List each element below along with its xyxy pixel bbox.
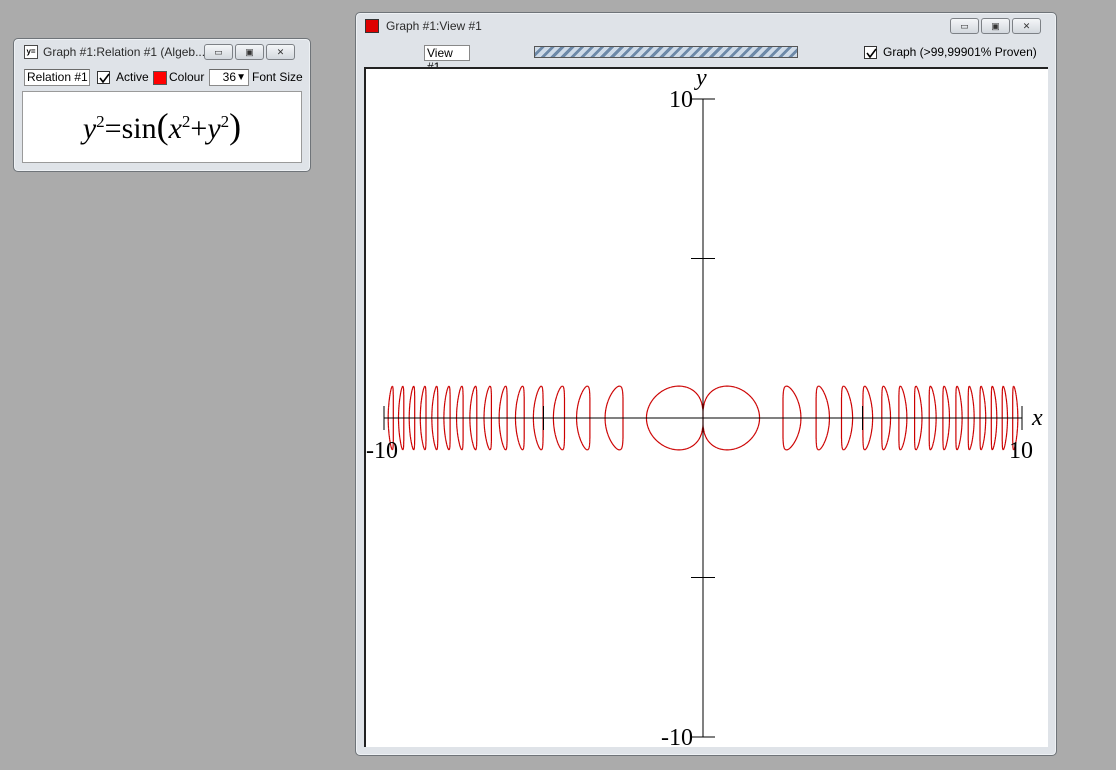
relation-name-field[interactable]: Relation #1 (24, 69, 90, 86)
close-icon: ✕ (276, 47, 285, 57)
font-size-label: Font Size (252, 70, 303, 84)
maximize-button[interactable]: ▣ (235, 44, 264, 60)
minimize-icon: ▭ (960, 21, 969, 31)
y-axis-label: y (694, 69, 707, 91)
eq-var-x: x (168, 112, 182, 145)
chevron-down-icon: ▼ (236, 72, 246, 83)
tab-view-1[interactable]: View #1 (424, 45, 470, 74)
plot-area[interactable]: 10 -10 -10 10 x y (364, 67, 1048, 747)
eq-exp: 2 (220, 112, 230, 131)
colour-swatch[interactable] (153, 71, 167, 85)
eq-var-y: y (82, 112, 97, 145)
axes: 10 -10 -10 10 x y (366, 69, 1043, 747)
y-tick-label-max: 10 (669, 87, 693, 113)
minimize-button[interactable]: ▭ (204, 44, 233, 60)
close-icon: ✕ (1022, 21, 1031, 31)
font-size-value: 36 (222, 70, 236, 84)
graph-window[interactable]: Graph #1:View #1 ▭ ▣ ✕ View #1 Graph (>9… (355, 12, 1057, 756)
x-axis-label: x (1031, 405, 1043, 431)
checkmark-icon (866, 48, 877, 59)
x-tick-label-min: -10 (366, 438, 398, 464)
eq-equals: = (104, 112, 122, 145)
relation-titlebar[interactable]: y= Graph #1:Relation #1 (Algeb... ▭ ▣ ✕ (14, 39, 310, 65)
active-label: Active (116, 70, 149, 84)
progress-bar (534, 46, 798, 58)
algebra-icon: y= (24, 45, 38, 59)
eq-var-y: y (207, 112, 221, 145)
eq-close-paren: ) (229, 106, 242, 146)
maximize-button[interactable]: ▣ (981, 18, 1010, 34)
equation-display[interactable]: y2=sin(x2+y2) (23, 106, 301, 149)
active-checkbox[interactable] (97, 71, 110, 84)
graph-checkbox[interactable] (864, 46, 877, 59)
colour-label: Colour (169, 70, 205, 84)
y-tick-label-min: -10 (661, 725, 693, 747)
graph-window-title: Graph #1:View #1 (386, 19, 482, 33)
close-button[interactable]: ✕ (266, 44, 295, 60)
graph-titlebar[interactable]: Graph #1:View #1 ▭ ▣ ✕ (356, 13, 1056, 39)
equation-editor[interactable]: y2=sin(x2+y2) (22, 91, 302, 163)
minimize-button[interactable]: ▭ (950, 18, 979, 34)
font-size-select[interactable]: 36 ▼ (209, 69, 249, 86)
close-button[interactable]: ✕ (1012, 18, 1041, 34)
graph-plot[interactable]: 10 -10 -10 10 x y (366, 69, 1048, 747)
checkmark-icon (99, 73, 110, 84)
eq-function: sin (121, 112, 157, 145)
eq-exp: 2 (181, 112, 191, 131)
maximize-icon: ▣ (991, 21, 1000, 31)
graph-icon (365, 19, 379, 33)
eq-exp: 2 (96, 112, 105, 131)
eq-plus: + (190, 112, 208, 145)
x-tick-label-max: 10 (1009, 438, 1033, 464)
graph-status-label: Graph (>99,99901% Proven) (883, 45, 1037, 59)
minimize-icon: ▭ (214, 47, 223, 57)
relation-window-title: Graph #1:Relation #1 (Algeb... (43, 45, 206, 59)
maximize-icon: ▣ (245, 47, 254, 57)
eq-open-paren: ( (156, 106, 169, 146)
relation-window[interactable]: y= Graph #1:Relation #1 (Algeb... ▭ ▣ ✕ … (13, 38, 311, 172)
